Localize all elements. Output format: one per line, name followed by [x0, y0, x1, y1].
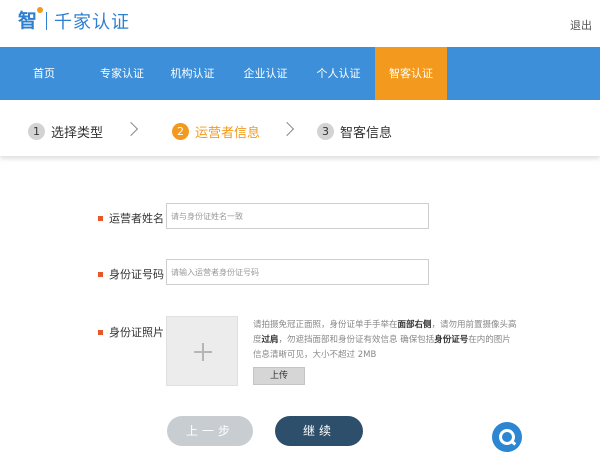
step-label: 智客信息 [340, 126, 393, 141]
step-label: 运营者信息 [195, 126, 261, 141]
continue-button[interactable]: 继续 [275, 416, 363, 446]
step-number: 2 [172, 123, 189, 140]
nav-item-enterprise[interactable]: 企业认证 [229, 47, 302, 100]
nav-item-institution[interactable]: 机构认证 [156, 47, 229, 100]
step-label: 选择类型 [51, 126, 104, 141]
id-number-label: 身份证号码 [98, 266, 164, 282]
nav-item-expert[interactable]: 专家认证 [88, 47, 156, 100]
step-indicator: 1 选择类型 2 运营者信息 3 智客信息 [0, 100, 600, 156]
step-number: 3 [317, 123, 334, 140]
logo-mark-icon: 智 [18, 7, 43, 32]
operator-name-input[interactable] [166, 203, 429, 229]
nav-item-personal[interactable]: 个人认证 [302, 47, 375, 100]
header: 智 千家认证 退出 [0, 0, 600, 47]
plus-icon-vertical [202, 343, 204, 361]
photo-upload-area[interactable] [166, 316, 238, 386]
id-photo-label: 身份证照片 [98, 324, 164, 340]
chevron-right-icon [279, 121, 295, 137]
photo-upload-hint: 请拍摄免冠正面照，身份证单手手举在面部右侧，请勿用前置摄像头高度过肩，勿遮挡面部… [253, 320, 517, 360]
logo-divider [46, 12, 47, 30]
logo-spark-icon [37, 7, 43, 13]
name-label: 运营者姓名 [98, 210, 164, 226]
required-bullet [98, 271, 103, 277]
step-2: 2 运营者信息 [172, 122, 260, 141]
logout-link[interactable]: 退出 [570, 17, 592, 33]
step-3: 3 智客信息 [317, 122, 392, 141]
chevron-right-icon [123, 121, 139, 137]
nav-item-zhike[interactable]: 智客认证 [375, 47, 447, 100]
logo-text: 千家认证 [54, 12, 130, 33]
upload-button[interactable]: 上传 [253, 367, 305, 385]
id-number-input[interactable] [166, 259, 429, 285]
nav-item-home[interactable]: 首页 [0, 47, 88, 100]
required-bullet [98, 215, 103, 221]
previous-step-button[interactable]: 上一步 [167, 416, 253, 446]
step-1: 1 选择类型 [28, 122, 103, 141]
step-number: 1 [28, 123, 45, 140]
chat-tail [509, 439, 517, 446]
required-bullet [98, 329, 103, 335]
logo[interactable]: 智 千家认证 [18, 7, 130, 34]
main-nav: 首页 专家认证 机构认证 企业认证 个人认证 智客认证 [0, 47, 600, 100]
chat-bubble-icon[interactable] [492, 422, 522, 452]
